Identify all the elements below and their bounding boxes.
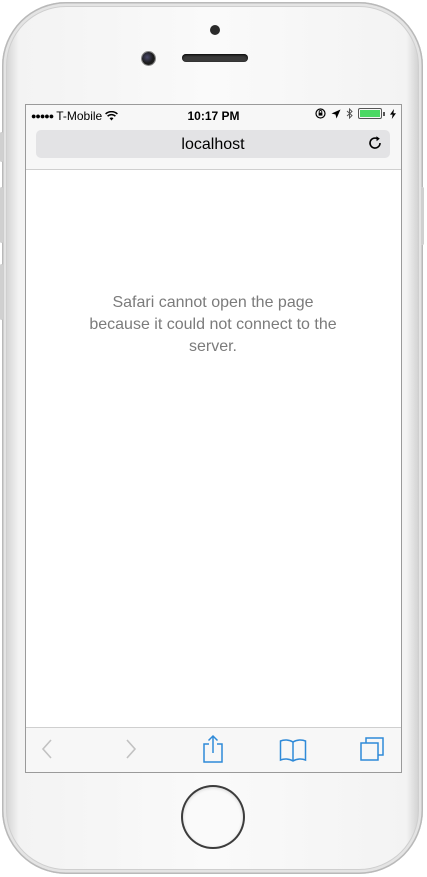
battery-cap xyxy=(383,111,385,116)
earpiece-speaker xyxy=(182,54,248,62)
proximity-sensor xyxy=(210,25,220,35)
battery-icon xyxy=(358,108,382,119)
volume-up-button xyxy=(0,187,3,243)
home-button[interactable] xyxy=(183,787,243,847)
share-icon[interactable] xyxy=(202,734,224,764)
address-bar-container: localhost xyxy=(26,125,401,170)
charging-bolt-icon xyxy=(390,108,396,119)
reload-icon[interactable] xyxy=(367,135,383,151)
bluetooth-icon xyxy=(346,108,353,119)
rotation-lock-icon xyxy=(315,108,326,119)
volume-down-button xyxy=(0,264,3,320)
address-bar[interactable]: localhost xyxy=(36,130,390,158)
bookmarks-icon[interactable] xyxy=(279,738,307,762)
front-camera xyxy=(142,52,155,65)
forward-icon[interactable] xyxy=(124,737,138,761)
bottom-toolbar xyxy=(26,727,401,772)
tabs-icon[interactable] xyxy=(359,736,385,762)
screen: ●●●●● T-Mobile 10:17 PM localhost Safari… xyxy=(25,104,402,773)
error-message: Safari cannot open the page because it c… xyxy=(89,294,337,355)
mute-switch xyxy=(0,132,3,162)
status-bar: ●●●●● T-Mobile 10:17 PM xyxy=(26,105,401,125)
address-bar-url: localhost xyxy=(181,136,245,153)
power-button xyxy=(421,187,424,245)
back-icon[interactable] xyxy=(40,737,54,761)
location-arrow-icon xyxy=(331,109,341,118)
page-content: Safari cannot open the page because it c… xyxy=(26,170,401,726)
